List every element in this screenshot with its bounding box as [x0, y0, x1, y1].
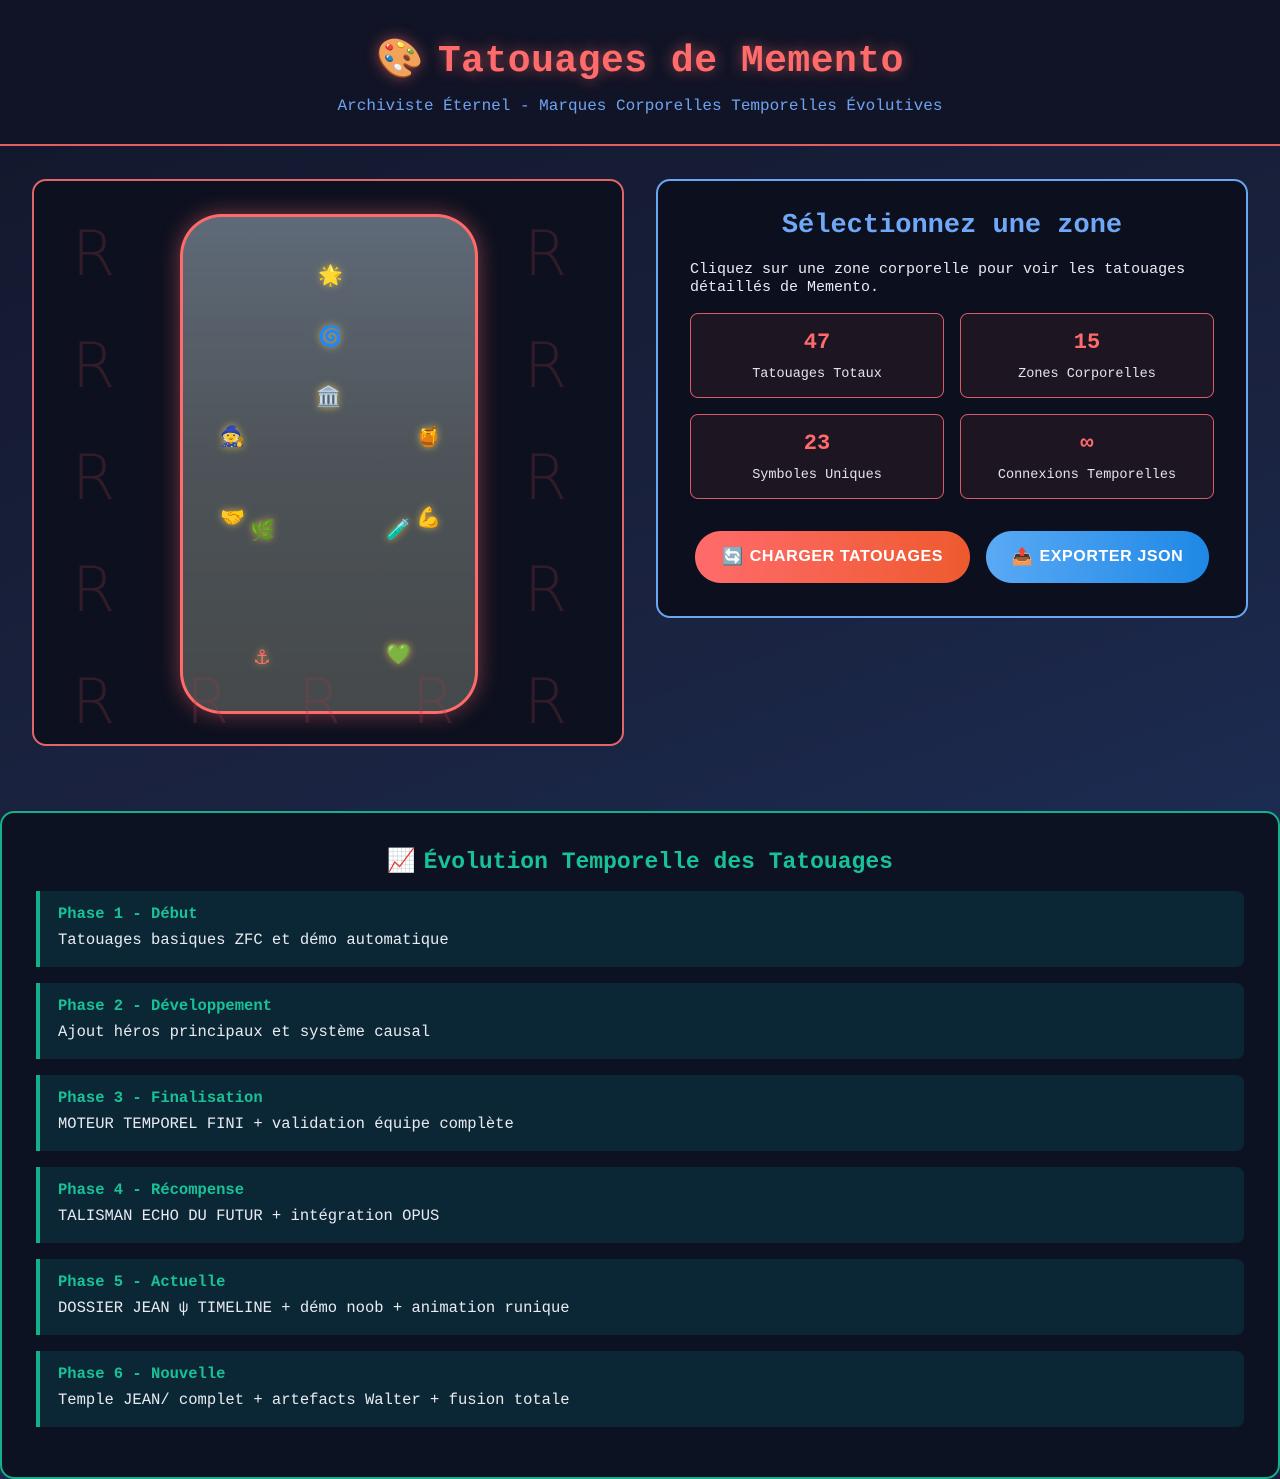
phase-title: Phase 2 - Développement	[58, 997, 272, 1015]
phase-title: Phase 3 - Finalisation	[58, 1089, 263, 1107]
rune-glyph: R	[72, 329, 116, 402]
palette-icon: 🎨	[376, 36, 424, 80]
timeline-section: 📈 Évolution Temporelle des Tatouages Phas…	[0, 811, 1280, 1479]
stats-grid: 47 Tatouages Totaux 15 Zones Corporelles…	[690, 313, 1214, 499]
zone-info-description: Cliquez sur une zone corporelle pour voi…	[690, 261, 1186, 296]
rune-glyph: R	[524, 329, 568, 402]
zone-forehead-spiral-icon[interactable]: 🌀	[318, 326, 343, 346]
zone-info-panel: Sélectionnez une zone Cliquez sur une zo…	[656, 179, 1248, 618]
zone-right-arm-muscle-icon[interactable]: 💪	[416, 507, 441, 527]
stat-label: Symboles Uniques	[752, 468, 882, 483]
zone-chest-temple-icon[interactable]: 🏛️	[316, 386, 341, 406]
stat-value: 15	[1073, 330, 1101, 355]
phase-title: Phase 4 - Récompense	[58, 1181, 245, 1199]
timeline-phase: Phase 5 - Actuelle DOSSIER JEAN ψ TIMELI…	[36, 1259, 1244, 1335]
stat-card-unique-symbols: 23 Symboles Uniques	[690, 414, 944, 499]
zone-crown-star-icon[interactable]: 🌟	[318, 265, 343, 285]
zone-left-shoulder-wizard-icon[interactable]: 🧙	[220, 426, 245, 446]
zone-left-leg-anchor-icon[interactable]: ⚓	[253, 647, 271, 667]
rune-glyph: R	[524, 441, 568, 514]
stat-value: 47	[803, 330, 831, 355]
rune-glyph: R	[524, 665, 568, 738]
phase-text: Ajout héros principaux et système causal	[58, 1023, 431, 1041]
rune-glyph: R	[298, 665, 342, 738]
rune-glyph: R	[186, 665, 230, 738]
zone-right-leg-heart-icon[interactable]: 💚	[386, 644, 411, 664]
phase-title: Phase 5 - Actuelle	[58, 1273, 226, 1291]
zone-right-forearm-test-tube-icon[interactable]: 🧪	[386, 519, 411, 539]
load-tattoos-label: CHARGER TATOUAGES	[749, 548, 944, 565]
phase-text: Tatouages basiques ZFC et démo automatiq…	[58, 931, 449, 949]
phase-text: Temple JEAN/ complet + artefacts Walter …	[58, 1391, 570, 1409]
action-buttons: 🔄 CHARGER TATOUAGES 📤 EXPORTER JSON	[690, 531, 1214, 583]
body-map-panel: R R R R R R R R R R R R R 🌟 🌀 🏛️ 🧙 🍯 🤝 🌿…	[32, 179, 624, 746]
stat-card-body-zones: 15 Zones Corporelles	[960, 313, 1214, 398]
zone-left-forearm-herb-icon[interactable]: 🌿	[250, 520, 275, 540]
load-tattoos-button[interactable]: 🔄 CHARGER TATOUAGES	[695, 531, 970, 583]
export-json-button[interactable]: 📤 EXPORTER JSON	[986, 531, 1209, 583]
rune-glyph: R	[72, 665, 116, 738]
zone-left-hand-handshake-icon[interactable]: 🤝	[220, 507, 245, 527]
rune-glyph: R	[72, 217, 116, 290]
rune-glyph: R	[524, 553, 568, 626]
phase-text: TALISMAN ECHO DU FUTUR + intégration OPU…	[58, 1207, 440, 1225]
timeline-phase: Phase 3 - Finalisation MOTEUR TEMPOREL F…	[36, 1075, 1244, 1151]
rune-glyph: R	[72, 553, 116, 626]
refresh-icon: 🔄	[721, 547, 744, 567]
zone-right-shoulder-honey-icon[interactable]: 🍯	[416, 426, 441, 446]
main-section: R R R R R R R R R R R R R 🌟 🌀 🏛️ 🧙 🍯 🤝 🌿…	[0, 146, 1280, 812]
timeline-title-text: Évolution Temporelle des Tatouages	[423, 849, 893, 875]
rune-glyph: R	[72, 441, 116, 514]
page-header: 🎨 Tatouages de Memento Archiviste Éternel…	[0, 0, 1280, 146]
stat-label: Tatouages Totaux	[752, 367, 882, 382]
timeline-phase: Phase 4 - Récompense TALISMAN ECHO DU FU…	[36, 1167, 1244, 1243]
timeline-phase: Phase 1 - Début Tatouages basiques ZFC e…	[36, 891, 1244, 967]
rune-glyph: R	[412, 665, 456, 738]
rune-glyph: R	[524, 217, 568, 290]
stat-label: Connexions Temporelles	[997, 468, 1177, 483]
stat-card-total-tattoos: 47 Tatouages Totaux	[690, 313, 944, 398]
phase-title: Phase 6 - Nouvelle	[58, 1365, 226, 1383]
phase-text: MOTEUR TEMPOREL FINI + validation équipe…	[58, 1115, 514, 1133]
stat-card-temporal-connections: ∞ Connexions Temporelles	[960, 414, 1214, 499]
stat-label: Zones Corporelles	[1018, 367, 1156, 382]
export-tray-icon: 📤	[1011, 547, 1034, 567]
stat-value: 23	[803, 431, 831, 456]
chart-increasing-icon: 📈	[387, 848, 416, 874]
timeline-phase: Phase 2 - Développement Ajout héros prin…	[36, 983, 1244, 1059]
zone-info-title: Sélectionnez une zone	[781, 211, 1123, 241]
timeline-phase: Phase 6 - Nouvelle Temple JEAN/ complet …	[36, 1351, 1244, 1427]
page-title-text: Tatouages de Memento	[437, 40, 904, 83]
phase-title: Phase 1 - Début	[58, 905, 198, 923]
body-silhouette	[180, 214, 478, 714]
page-subtitle: Archiviste Éternel - Marques Corporelles…	[337, 97, 943, 115]
timeline-title: 📈 Évolution Temporelle des Tatouages	[36, 847, 1244, 875]
export-json-label: EXPORTER JSON	[1039, 548, 1184, 565]
stat-value: ∞	[1080, 431, 1094, 456]
phase-text: DOSSIER JEAN ψ TIMELINE + démo noob + an…	[58, 1299, 570, 1317]
page-title: 🎨 Tatouages de Memento	[0, 36, 1280, 83]
